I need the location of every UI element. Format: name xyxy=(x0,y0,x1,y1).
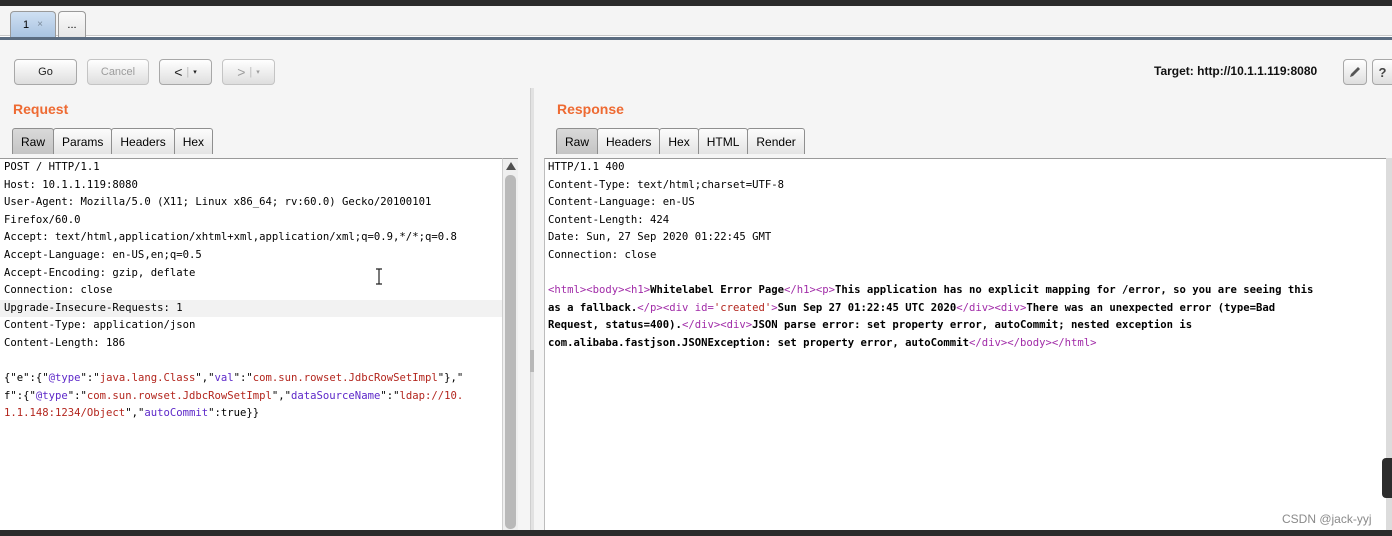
response-line: Content-Length: 424 xyxy=(548,213,670,226)
scroll-thumb[interactable] xyxy=(505,175,516,529)
request-line: User-Agent: Mozilla/5.0 (X11; Linux x86_… xyxy=(4,196,432,209)
request-line: Firefox/60.0 xyxy=(4,213,81,226)
back-arrow-icon: < xyxy=(174,64,183,80)
request-line: POST / HTTP/1.1 xyxy=(4,161,100,173)
tab-raw[interactable]: Raw xyxy=(12,128,55,154)
response-body-line: com.alibaba.fastjson.JSONException: set … xyxy=(548,336,1097,349)
cancel-button[interactable]: Cancel xyxy=(87,59,149,85)
text-cursor-icon xyxy=(376,268,382,285)
request-line: Connection: close xyxy=(4,284,113,297)
request-line: Content-Type: application/json xyxy=(4,319,196,332)
tab-raw[interactable]: Raw xyxy=(556,128,599,154)
tab-render[interactable]: Render xyxy=(747,128,805,154)
help-button[interactable]: ? xyxy=(1372,59,1392,85)
request-line: Accept-Language: en-US,en;q=0.5 xyxy=(4,248,202,261)
response-editor[interactable]: HTTP/1.1 400 Content-Type: text/html;cha… xyxy=(544,158,1390,530)
response-view-tabs: Raw Headers Hex HTML Render xyxy=(556,128,805,154)
chevron-down-icon: ▾ xyxy=(193,69,197,76)
tab-html[interactable]: HTML xyxy=(697,128,749,154)
request-view-tabs: Raw Params Headers Hex xyxy=(12,128,214,154)
repeater-tab-bar: 1 × ... xyxy=(0,6,1392,37)
tab-label: 1 xyxy=(23,18,30,31)
response-line: Content-Type: text/html;charset=UTF-8 xyxy=(548,178,784,191)
response-line: Content-Language: en-US xyxy=(548,196,695,209)
request-line: Accept-Encoding: gzip, deflate xyxy=(4,266,196,279)
response-pane: Response Raw Headers Hex HTML Render HTT… xyxy=(534,88,1392,530)
response-body-line: Request, status=400).</div><div>JSON par… xyxy=(548,319,1193,332)
request-editor[interactable]: POST / HTTP/1.1 Host: 10.1.1.119:8080 Us… xyxy=(0,158,502,530)
watermark: CSDN @jack-yyj xyxy=(1282,512,1372,526)
request-line-highlighted: Upgrade-Insecure-Requests: 1 xyxy=(0,299,502,318)
request-title: Request xyxy=(13,101,69,117)
scroll-up-arrow-icon[interactable] xyxy=(506,162,516,170)
request-body-line: {"e":{"@type":"java.lang.Class","val":"c… xyxy=(4,372,464,385)
repeater-tab-1[interactable]: 1 × xyxy=(10,11,56,37)
response-line: Date: Sun, 27 Sep 2020 01:22:45 GMT xyxy=(548,231,772,244)
tab-params[interactable]: Params xyxy=(53,128,113,154)
request-body-line: 1.1.148:1234/Object","autoCommit":true}} xyxy=(4,407,260,420)
edit-target-button[interactable] xyxy=(1343,59,1367,85)
close-icon[interactable]: × xyxy=(37,19,43,30)
chevron-down-icon: ▾ xyxy=(256,69,260,76)
response-line: Connection: close xyxy=(548,248,657,261)
tab-headers[interactable]: Headers xyxy=(111,128,175,154)
forward-button[interactable]: > | ▾ xyxy=(222,59,275,85)
pencil-icon xyxy=(1350,67,1360,77)
window-bottom-edge xyxy=(0,530,1392,536)
request-pane: Request Raw Params Headers Hex POST / HT… xyxy=(0,88,530,530)
response-line: HTTP/1.1 400 xyxy=(548,161,625,173)
tab-headers[interactable]: Headers xyxy=(597,128,661,154)
forward-arrow-icon: > xyxy=(237,64,246,80)
tab-hex[interactable]: Hex xyxy=(659,128,699,154)
response-title: Response xyxy=(557,101,624,117)
back-button[interactable]: < | ▾ xyxy=(159,59,212,85)
window-edge-handle xyxy=(1382,458,1392,498)
help-icon: ? xyxy=(1378,64,1387,80)
new-tab-button[interactable]: ... xyxy=(58,11,86,37)
response-body-line: as a fallback.</p><div id='created'>Sun … xyxy=(548,301,1276,314)
request-line: Host: 10.1.1.119:8080 xyxy=(4,178,138,191)
request-line: Content-Length: 186 xyxy=(4,336,126,349)
tab-hex[interactable]: Hex xyxy=(173,128,214,154)
request-line: Accept: text/html,application/xhtml+xml,… xyxy=(4,231,457,244)
request-body-line: f":{"@type":"com.sun.rowset.JdbcRowSetIm… xyxy=(4,389,464,402)
target-label: Target: http://10.1.1.119:8080 xyxy=(1154,64,1318,78)
go-button[interactable]: Go xyxy=(14,59,77,85)
response-body-line: <html><body><h1>Whitelabel Error Page</h… xyxy=(548,284,1314,297)
toolbar: Go Cancel < | ▾ > | ▾ Target: http://10.… xyxy=(0,40,1392,88)
request-scrollbar[interactable] xyxy=(502,158,518,530)
